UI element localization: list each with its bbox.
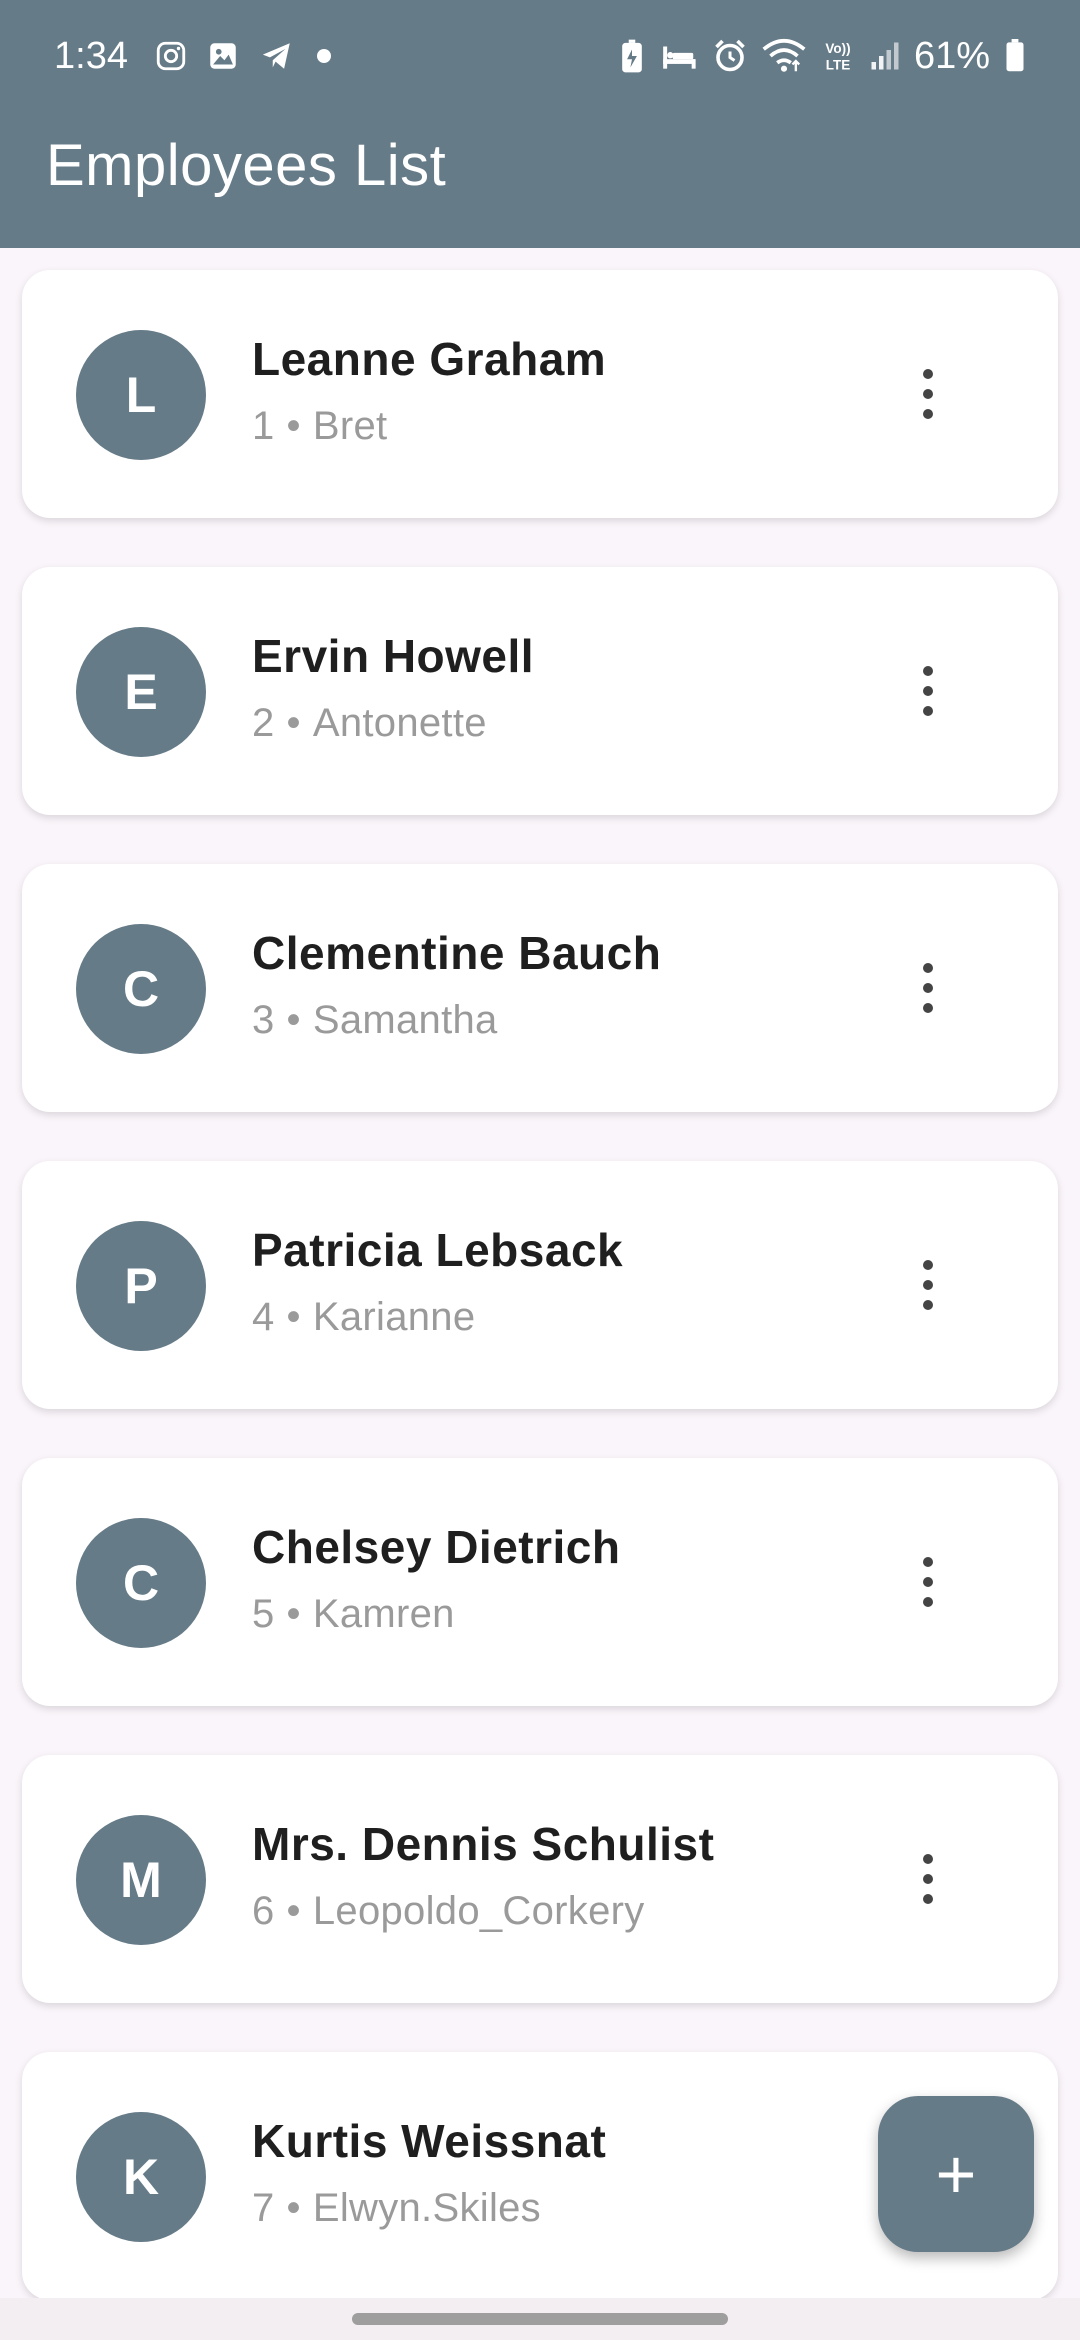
employee-id: 6 <box>252 1889 275 1933</box>
battery-saver-icon <box>618 38 646 74</box>
employee-id: 4 <box>252 1295 275 1339</box>
more-vert-icon[interactable] <box>898 352 958 436</box>
status-bar: 1:34 Vo)) LTE 61% <box>0 0 1080 112</box>
bed-icon <box>660 39 698 73</box>
employee-id: 1 <box>252 404 275 448</box>
separator: • <box>286 1592 301 1636</box>
employee-name: Ervin Howell <box>252 630 535 682</box>
employee-card[interactable]: C Chelsey Dietrich 5 • Kamren <box>22 1458 1058 1706</box>
separator: • <box>286 701 301 745</box>
employee-name: Chelsey Dietrich <box>252 1521 621 1573</box>
avatar: C <box>76 924 206 1054</box>
employee-username: Bret <box>312 404 388 448</box>
status-time: 1:34 <box>54 34 128 77</box>
separator: • <box>286 1889 301 1933</box>
add-employee-button[interactable]: + <box>878 2096 1034 2252</box>
employee-id: 5 <box>252 1592 275 1636</box>
svg-text:LTE: LTE <box>826 58 851 73</box>
more-vert-icon[interactable] <box>898 1243 958 1327</box>
employee-name: Mrs. Dennis Schulist <box>252 1818 715 1870</box>
employee-name: Leanne Graham <box>252 333 607 385</box>
employee-username: Elwyn.Skiles <box>312 2186 541 2230</box>
battery-percent: 61% <box>913 34 990 77</box>
separator: • <box>286 404 301 448</box>
employee-subtitle: 7 • Elwyn.Skiles <box>252 2186 541 2231</box>
employee-username: Antonette <box>312 701 487 745</box>
employee-id: 2 <box>252 701 275 745</box>
avatar: L <box>76 330 206 460</box>
signal-icon <box>870 40 900 72</box>
avatar: K <box>76 2112 206 2242</box>
page-title: Employees List <box>46 133 447 198</box>
employee-card[interactable]: P Patricia Lebsack 4 • Karianne <box>22 1161 1058 1409</box>
employee-username: Leopoldo_Corkery <box>312 1889 645 1933</box>
avatar: M <box>76 1815 206 1945</box>
alarm-icon <box>712 38 748 74</box>
more-vert-icon[interactable] <box>898 946 958 1030</box>
avatar: P <box>76 1221 206 1351</box>
employee-username: Karianne <box>312 1295 476 1339</box>
employee-card[interactable]: M Mrs. Dennis Schulist 6 • Leopoldo_Corker… <box>22 1755 1058 2003</box>
employee-subtitle: 6 • Leopoldo_Corkery <box>252 1889 645 1934</box>
employee-username: Samantha <box>312 998 498 1042</box>
employee-username: Kamren <box>312 1592 455 1636</box>
employee-subtitle: 1 • Bret <box>252 404 387 449</box>
employee-subtitle: 5 • Kamren <box>252 1592 455 1637</box>
battery-icon <box>1004 39 1026 73</box>
dot-icon <box>314 46 334 66</box>
employee-subtitle: 3 • Samantha <box>252 998 498 1043</box>
gallery-icon <box>206 39 240 73</box>
avatar: E <box>76 627 206 757</box>
employee-subtitle: 2 • Antonette <box>252 701 487 746</box>
separator: • <box>286 1295 301 1339</box>
employee-id: 7 <box>252 2186 275 2230</box>
volte-icon: Vo)) LTE <box>820 38 856 74</box>
separator: • <box>286 998 301 1042</box>
employee-id: 3 <box>252 998 275 1042</box>
employee-name: Kurtis Weissnat <box>252 2115 607 2167</box>
more-vert-icon[interactable] <box>898 649 958 733</box>
more-vert-icon[interactable] <box>898 1837 958 1921</box>
more-vert-icon[interactable] <box>898 1540 958 1624</box>
employee-name: Clementine Bauch <box>252 927 662 979</box>
employee-name: Patricia Lebsack <box>252 1224 624 1276</box>
employee-subtitle: 4 • Karianne <box>252 1295 475 1340</box>
employee-card[interactable]: L Leanne Graham 1 • Bret <box>22 270 1058 518</box>
home-gesture-handle[interactable] <box>352 2313 728 2325</box>
app-bar: 1:34 Vo)) LTE 61% Employees List <box>0 0 1080 248</box>
wifi-icon <box>762 38 806 74</box>
employee-card[interactable]: E Ervin Howell 2 • Antonette <box>22 567 1058 815</box>
telegram-icon <box>258 39 296 73</box>
separator: • <box>286 2186 301 2230</box>
add-icon: + <box>935 2135 977 2213</box>
svg-text:Vo)): Vo)) <box>825 41 850 56</box>
avatar: C <box>76 1518 206 1648</box>
instagram-icon <box>154 39 188 73</box>
employee-card[interactable]: C Clementine Bauch 3 • Samantha <box>22 864 1058 1112</box>
